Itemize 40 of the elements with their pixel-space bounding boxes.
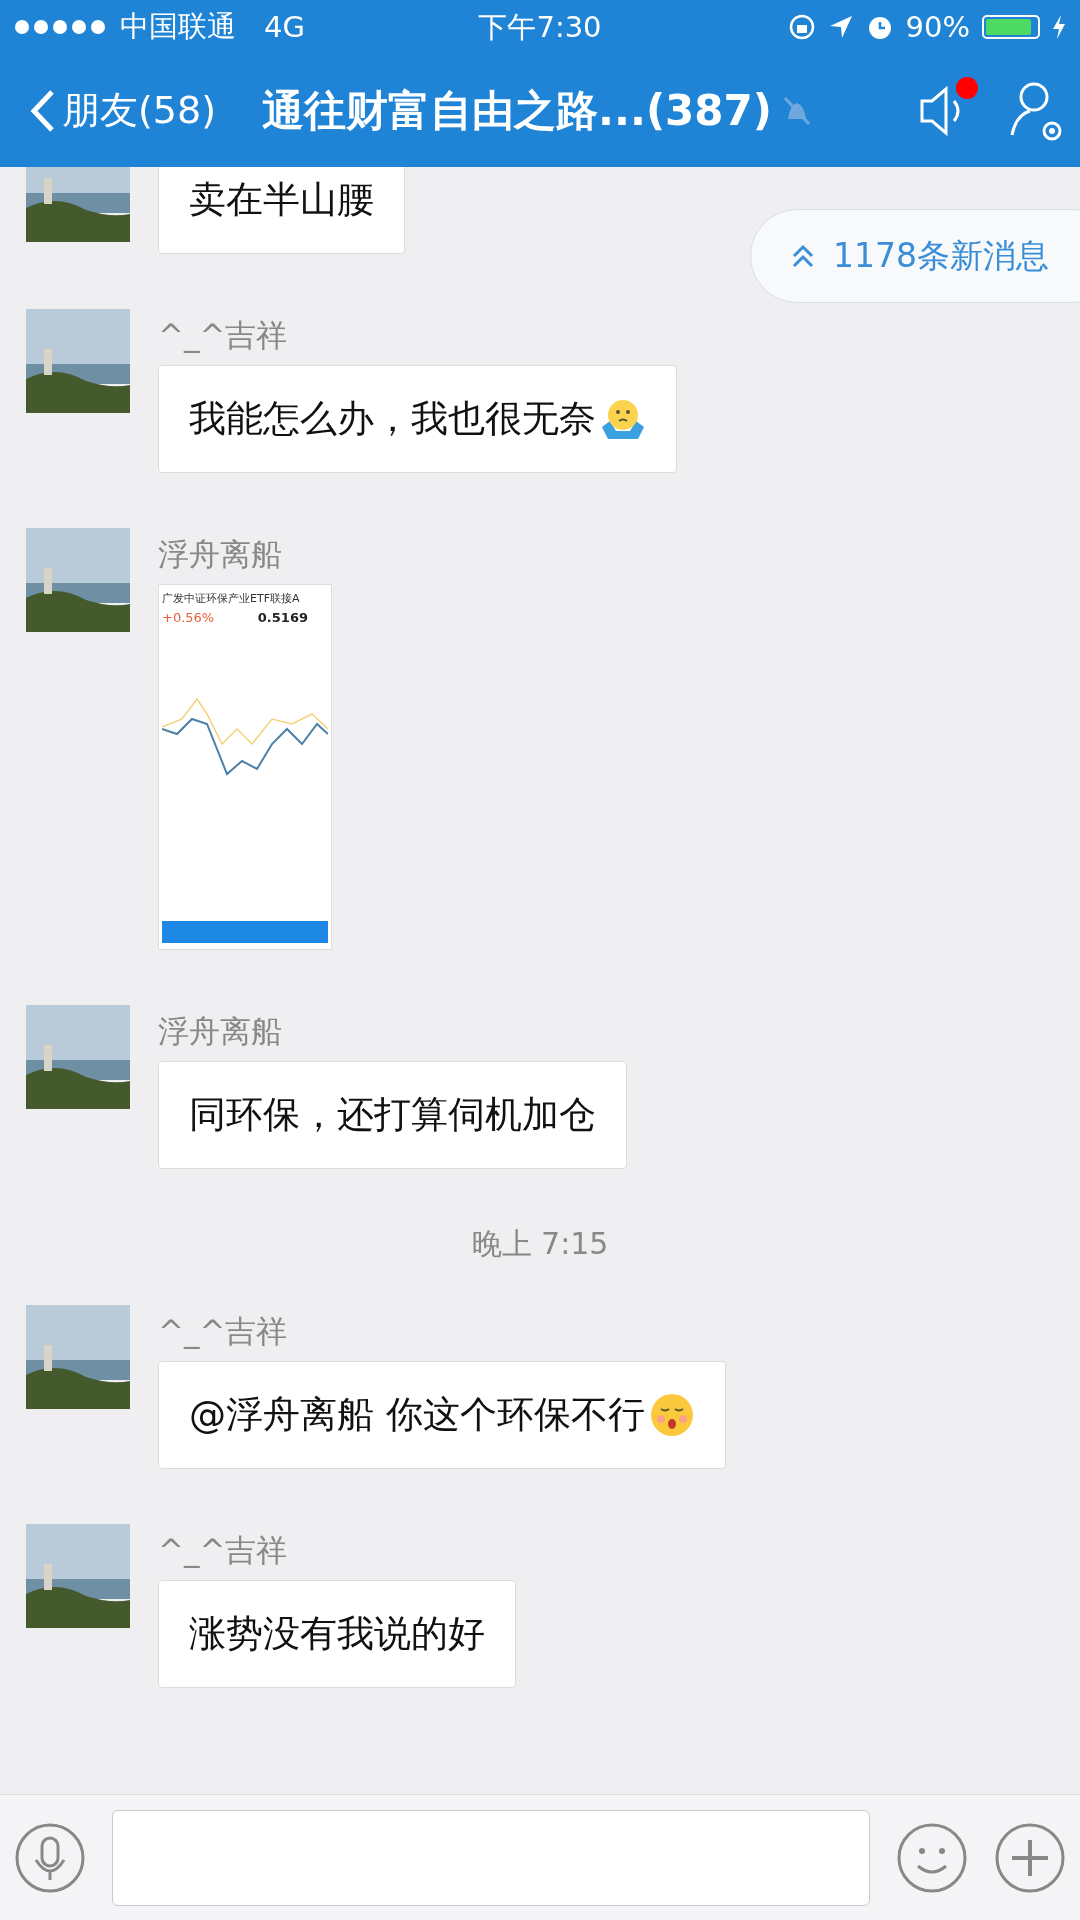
avatar-photo[interactable] (26, 167, 130, 242)
message-bubble: @浮舟离船 你这个环保不行 (158, 1361, 726, 1469)
fund-change: +0.56% (162, 610, 215, 625)
avatar-photo[interactable] (26, 528, 130, 632)
group-title: 通往财富自由之路...(387) (262, 84, 772, 137)
plus-icon[interactable] (994, 1821, 1066, 1894)
avatar-photo[interactable] (26, 309, 130, 413)
message-bubble: 卖在半山腰 (158, 167, 405, 254)
battery-percent: 90% (905, 10, 970, 44)
microphone-icon[interactable] (14, 1821, 86, 1894)
message-bubble: 同环保，还打算伺机加仓 (158, 1061, 627, 1169)
timestamp: 晚上 7:15 (470, 1225, 610, 1263)
shrug-emoji-icon (600, 397, 646, 441)
sender-name: ^_^吉祥 (158, 317, 288, 353)
clock-time: 下午7:30 (478, 9, 602, 46)
back-button[interactable]: 朋友(58) (30, 85, 216, 136)
avatar-photo[interactable] (26, 1524, 130, 1628)
carrier-name: 中国联通 (120, 8, 236, 45)
message-input-field[interactable] (112, 1809, 870, 1906)
charging-bolt-icon (1052, 15, 1066, 39)
double-chevron-up-icon (791, 242, 815, 270)
fund-screenshot-image[interactable]: 广发中证环保产业ETF联接A +0.56% 0.5169 (158, 584, 332, 950)
shushing-emoji-icon (648, 1392, 695, 1438)
battery-icon (982, 15, 1040, 39)
avatar-photo[interactable] (26, 1005, 130, 1109)
chevron-left-icon (30, 88, 56, 133)
message-bubble: 我能怎么办，我也很无奈 (158, 365, 677, 473)
signal-icon (14, 19, 108, 35)
sender-name: 浮舟离船 (158, 536, 282, 572)
sender-name: 浮舟离船 (158, 1013, 282, 1049)
rotation-lock-icon (787, 13, 816, 41)
sender-name: ^_^吉祥 (158, 1313, 288, 1349)
sender-name: ^_^吉祥 (158, 1532, 288, 1568)
emoji-icon[interactable] (896, 1821, 968, 1894)
new-messages-button[interactable]: 1178条新消息 (750, 209, 1080, 303)
network-type: 4G (264, 10, 305, 44)
fund-title: 广发中证环保产业ETF联接A (162, 591, 301, 606)
fund-net-value: 0.5169 (257, 610, 308, 625)
avatar-photo[interactable] (26, 1305, 130, 1409)
message-bubble: 涨势没有我说的好 (158, 1580, 516, 1688)
